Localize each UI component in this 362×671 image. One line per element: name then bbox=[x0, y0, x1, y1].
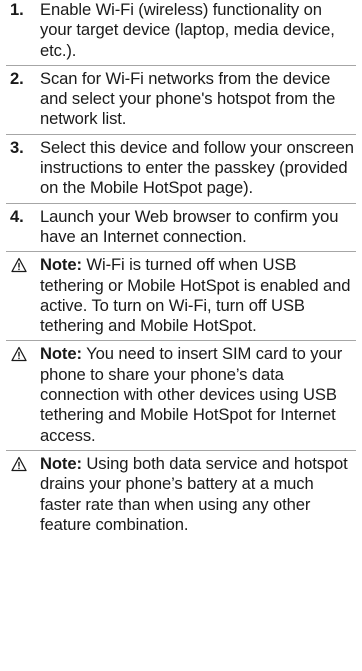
step-text: Scan for Wi-Fi networks from the device … bbox=[40, 68, 336, 129]
warning-icon bbox=[11, 258, 27, 273]
step-item: 3. Select this device and follow your on… bbox=[6, 138, 356, 204]
step-number: 2. bbox=[10, 68, 24, 88]
note-item: Note: Using both data service and hotspo… bbox=[6, 454, 356, 539]
step-number: 3. bbox=[10, 137, 24, 157]
note-item: Note: You need to insert SIM card to you… bbox=[6, 344, 356, 451]
step-text: Select this device and follow your onscr… bbox=[40, 137, 354, 198]
step-item: 1. Enable Wi-Fi (wireless) functionality… bbox=[6, 0, 356, 66]
warning-icon bbox=[11, 347, 27, 362]
note-text: Note: Using both data service and hotspo… bbox=[40, 454, 356, 535]
step-item: 2. Scan for Wi-Fi networks from the devi… bbox=[6, 69, 356, 135]
note-body: You need to insert SIM card to your phon… bbox=[40, 344, 343, 445]
note-body: Using both data service and hotspot drai… bbox=[40, 453, 348, 534]
step-text: Launch your Web browser to confirm you h… bbox=[40, 206, 339, 246]
instruction-list: 1. Enable Wi-Fi (wireless) functionality… bbox=[0, 0, 362, 539]
note-text: Note: You need to insert SIM card to you… bbox=[40, 344, 356, 445]
note-label: Note: bbox=[40, 453, 82, 473]
step-number: 1. bbox=[10, 0, 24, 19]
warning-icon bbox=[11, 456, 27, 472]
note-label: Note: bbox=[40, 344, 82, 364]
step-text: Enable Wi-Fi (wireless) functionality on… bbox=[40, 0, 335, 60]
note-item: Note: Wi-Fi is turned off when USB tethe… bbox=[6, 255, 356, 342]
step-item: 4. Launch your Web browser to confirm yo… bbox=[6, 207, 356, 253]
step-number: 4. bbox=[10, 206, 24, 226]
note-body: Wi-Fi is turned off when USB tethering o… bbox=[40, 255, 351, 336]
note-label: Note: bbox=[40, 255, 82, 275]
note-text: Note: Wi-Fi is turned off when USB tethe… bbox=[40, 255, 356, 336]
